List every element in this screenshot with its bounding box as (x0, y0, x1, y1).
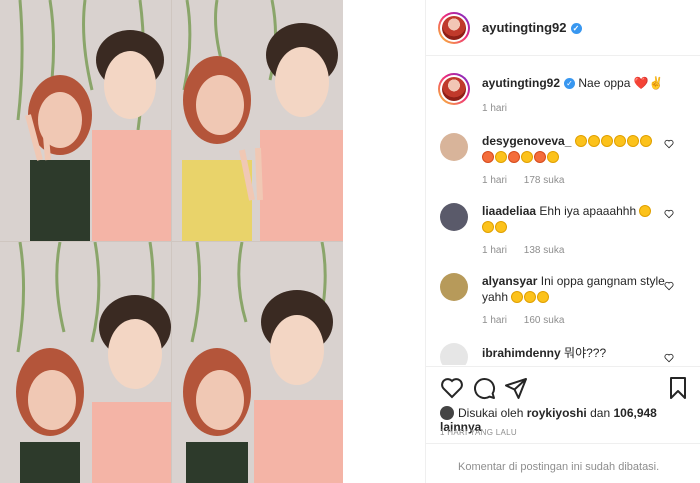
comment-emojis (511, 290, 550, 304)
emoji-icon (495, 221, 507, 233)
comment-icon[interactable] (472, 376, 496, 400)
caption-emoji: ❤️✌ (633, 76, 664, 90)
caption-avatar[interactable] (438, 73, 470, 105)
caption-username[interactable]: ayutingting92 (482, 76, 560, 90)
emoji-icon (482, 221, 494, 233)
comments-disabled-footer: Komentar di postingan ini sudah dibatasi… (426, 443, 700, 483)
emoji-icon (547, 151, 559, 163)
liker-username[interactable]: roykiyoshi (527, 406, 587, 420)
heart-icon[interactable] (440, 376, 464, 400)
emoji-icon (600, 135, 613, 147)
commenter-avatar[interactable] (440, 273, 468, 301)
commenter-avatar[interactable] (440, 133, 468, 161)
comment-emojis (639, 204, 652, 218)
comment-likes[interactable]: 160 suka (524, 315, 565, 326)
caption-text: Nae oppa (578, 76, 631, 90)
commenter-avatar[interactable] (440, 203, 468, 231)
post-header: ayutingting92 ✓ (426, 0, 700, 56)
action-bar (426, 366, 700, 406)
photo-tile (0, 0, 171, 241)
comment-text: Ehh iya apaaahhh (539, 204, 637, 218)
emoji-icon (521, 151, 533, 163)
author-avatar[interactable] (438, 12, 470, 44)
emoji-icon (495, 151, 507, 163)
emoji-icon (587, 135, 600, 147)
post-sidebar: ayutingting92 ✓ ayutingting92 ✓ Nae oppa ❤… (425, 0, 700, 483)
comment-time[interactable]: 1 hari (482, 175, 507, 186)
emoji-icon (626, 135, 639, 147)
comments-list[interactable]: ayutingting92 ✓ Nae oppa ❤️✌ 1 hari desyg… (426, 57, 700, 365)
commenter-avatar[interactable] (440, 343, 468, 365)
blank-gap (343, 0, 425, 483)
comment-likes[interactable]: 138 suka (524, 245, 565, 256)
author-username-row[interactable]: ayutingting92 ✓ (482, 20, 582, 35)
author-username[interactable]: ayutingting92 (482, 20, 567, 35)
paper-plane-icon[interactable] (504, 376, 528, 400)
post-image[interactable] (0, 0, 343, 483)
caption-time[interactable]: 1 hari (482, 103, 507, 114)
emoji-icon (613, 135, 626, 147)
photo-tile (172, 242, 343, 483)
comment-like-heart-icon[interactable] (664, 139, 674, 149)
emoji-icon (511, 291, 524, 303)
comment-likes[interactable]: 178 suka (524, 175, 565, 186)
verified-badge-icon: ✓ (564, 78, 576, 89)
commenter-username[interactable]: alyansyar (482, 274, 537, 288)
comment-text: 뭐야??? (564, 346, 607, 360)
comment-emojis (482, 220, 508, 234)
emoji-icon (534, 151, 546, 163)
photo-tile (172, 0, 343, 241)
comment-like-heart-icon[interactable] (664, 281, 674, 291)
comment-time[interactable]: 1 hari (482, 315, 507, 326)
comment-time[interactable]: 1 hari (482, 245, 507, 256)
emoji-icon (508, 151, 520, 163)
liker-avatar[interactable] (440, 406, 454, 420)
post-date[interactable]: 1 HARI YANG LALU (440, 428, 517, 437)
commenter-username[interactable]: ibrahimdenny (482, 346, 561, 360)
emoji-icon (639, 135, 652, 147)
emoji-icon (639, 205, 652, 217)
emoji-icon (482, 151, 494, 163)
comments-disabled-text: Komentar di postingan ini sudah dibatasi… (458, 461, 660, 473)
verified-badge-icon: ✓ (570, 23, 582, 34)
photo-tile (0, 242, 171, 483)
emoji-icon (537, 291, 550, 303)
comment-like-heart-icon[interactable] (664, 353, 674, 363)
commenter-username[interactable]: desygenoveva_ (482, 134, 571, 148)
commenter-username[interactable]: liaadeliaa (482, 204, 536, 218)
emoji-icon (524, 291, 537, 303)
comment-like-heart-icon[interactable] (664, 209, 674, 219)
bookmark-icon[interactable] (666, 376, 690, 400)
emoji-icon (574, 135, 587, 147)
